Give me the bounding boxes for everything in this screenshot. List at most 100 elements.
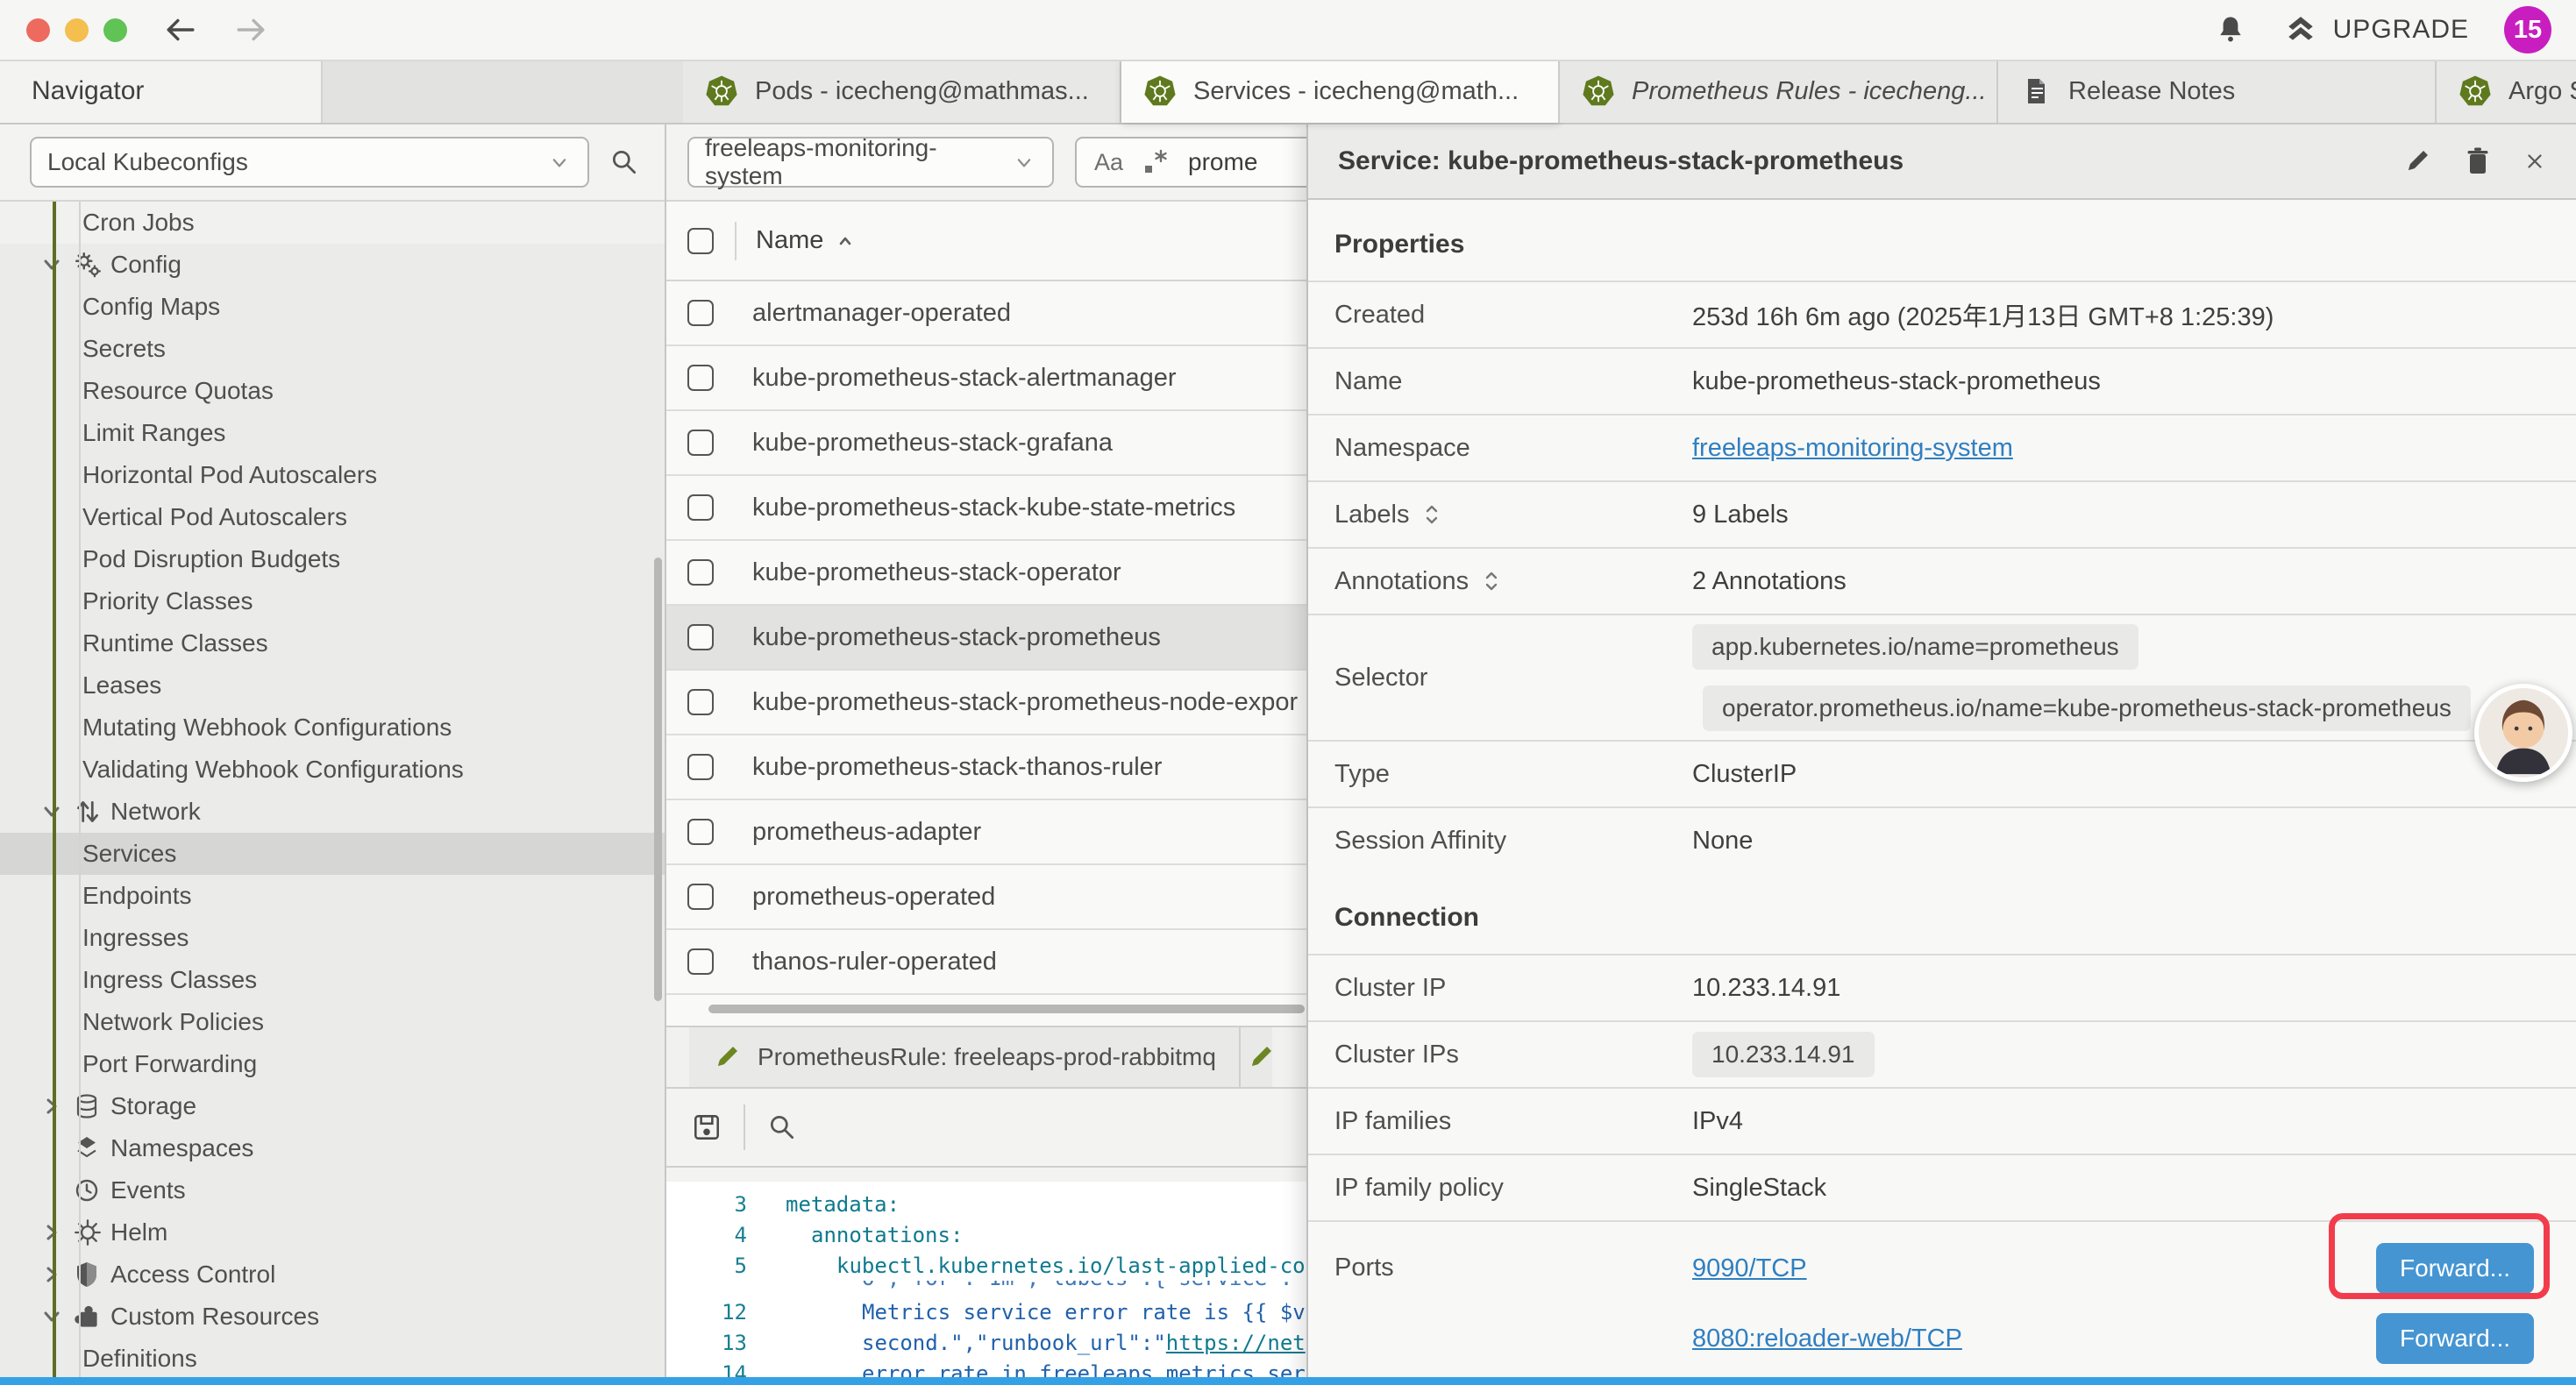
forward-button[interactable]: Forward... (2376, 1243, 2534, 1294)
sidebar-tree-item[interactable]: Endpoints (0, 875, 665, 917)
editor-search-icon[interactable] (766, 1112, 798, 1143)
namespace-link[interactable]: freeleaps-monitoring-system (1692, 434, 2013, 463)
back-button[interactable] (160, 14, 199, 46)
sidebar-tree-item[interactable]: Horizontal Pod Autoscalers (0, 454, 665, 496)
sidebar-toolbar: Local Kubeconfigs (0, 124, 665, 202)
notification-count-badge[interactable]: 15 (2504, 6, 2551, 53)
sidebar-tree-item[interactable]: Vertical Pod Autoscalers (0, 496, 665, 538)
port-link[interactable]: 9090/TCP (1692, 1254, 1807, 1283)
editor-tab[interactable]: PrometheusRule: freeleaps-prod-rabbitmq (689, 1027, 1241, 1087)
row-checkbox[interactable] (687, 689, 714, 715)
close-icon[interactable] (2523, 150, 2546, 173)
sidebar-search-icon[interactable] (608, 146, 640, 178)
port-link[interactable]: 8080:reloader-web/TCP (1692, 1325, 1962, 1353)
table-row[interactable]: kube-prometheus-stack-prometheus (666, 606, 1306, 671)
row-checkbox[interactable] (687, 430, 714, 456)
sidebar-tree-item[interactable]: Resource Quotas (0, 370, 665, 412)
sidebar-tree-item[interactable]: Helm (0, 1211, 665, 1254)
sidebar-tree-item[interactable]: Leases (0, 664, 665, 707)
row-checkbox[interactable] (687, 300, 714, 326)
sidebar-tree-item[interactable]: Validating Webhook Configurations (0, 749, 665, 791)
sidebar-tree-item[interactable]: Ingresses (0, 917, 665, 959)
window-zoom-button[interactable] (103, 18, 127, 42)
table-row[interactable]: prometheus-operated (666, 865, 1306, 930)
forward-button[interactable]: Forward... (2376, 1313, 2534, 1364)
sidebar-tree-item[interactable]: Cron Jobs (0, 202, 665, 244)
sidebar-tree-item[interactable]: Definitions (0, 1338, 665, 1380)
select-all-checkbox[interactable] (687, 228, 714, 254)
sidebar-tree-item[interactable]: Port Forwarding (0, 1043, 665, 1085)
save-icon[interactable] (691, 1112, 722, 1143)
sidebar-tree-item[interactable]: Config Maps (0, 286, 665, 328)
row-checkbox[interactable] (687, 559, 714, 586)
row-checkbox[interactable] (687, 365, 714, 391)
selector-chip: operator.prometheus.io/name=kube-prometh… (1703, 685, 2471, 731)
sidebar-tree-item[interactable]: Runtime Classes (0, 622, 665, 664)
tree-item-label: Secrets (82, 335, 166, 363)
sidebar-tree-item[interactable]: Access Control (0, 1254, 665, 1296)
sidebar-tree-item[interactable]: Mutating Webhook Configurations (0, 707, 665, 749)
cluster-tab[interactable]: Services - icecheng@math... (1121, 60, 1560, 123)
table-row[interactable]: thanos-ruler-operated (666, 930, 1306, 995)
tree-item-label: Vertical Pod Autoscalers (82, 503, 347, 531)
edit-icon[interactable] (2402, 146, 2432, 176)
detail-label: Cluster IP (1334, 974, 1692, 1003)
sidebar-tree-item[interactable]: Priority Classes (0, 580, 665, 622)
editor-tab-partial[interactable] (1241, 1027, 1272, 1087)
yaml-editor[interactable]: 3metadata:4annotations:5kubectl.kubernet… (666, 1182, 1306, 1385)
row-checkbox[interactable] (687, 754, 714, 780)
sidebar-tree-item[interactable]: Config (0, 244, 665, 286)
chevron-down-icon (1012, 150, 1036, 174)
horizontal-scrollbar[interactable] (708, 1005, 1305, 1013)
row-checkbox[interactable] (687, 494, 714, 521)
table-row[interactable]: kube-prometheus-stack-thanos-ruler (666, 735, 1306, 800)
window-minimize-button[interactable] (65, 18, 89, 42)
upgrade-label: UPGRADE (2333, 15, 2469, 45)
sidebar-tree-item[interactable]: Custom Resources (0, 1296, 665, 1338)
avatar[interactable] (2474, 684, 2572, 782)
cluster-tab[interactable]: Pods - icecheng@mathmas... (683, 60, 1121, 123)
row-checkbox[interactable] (687, 884, 714, 910)
sort-icon[interactable] (1421, 501, 1442, 528)
table-row[interactable]: alertmanager-operated (666, 281, 1306, 346)
table-row[interactable]: kube-prometheus-stack-alertmanager (666, 346, 1306, 411)
filter-search-input[interactable]: Aa prome (1075, 137, 1306, 188)
table-row[interactable]: prometheus-adapter (666, 800, 1306, 865)
sidebar-scrollbar[interactable] (654, 558, 662, 1001)
name-column-header[interactable]: Name (756, 226, 857, 255)
sidebar-tree-item[interactable]: Secrets (0, 328, 665, 370)
kubeconfig-select[interactable]: Local Kubeconfigs (30, 137, 589, 188)
notifications-bell-icon[interactable] (2214, 13, 2247, 46)
window-close-button[interactable] (26, 18, 50, 42)
table-row[interactable]: kube-prometheus-stack-grafana (666, 411, 1306, 476)
row-checkbox[interactable] (687, 948, 714, 975)
cluster-tab[interactable]: Release Notes (1998, 60, 2437, 123)
namespace-select[interactable]: freeleaps-monitoring-system (687, 137, 1054, 188)
forward-button[interactable] (232, 14, 271, 46)
navigator-panel-tab[interactable]: Navigator (0, 60, 323, 123)
upgrade-button[interactable]: UPGRADE (2282, 14, 2469, 46)
case-sensitive-toggle[interactable]: Aa (1094, 149, 1123, 176)
sidebar-tree-item[interactable]: Services (0, 833, 665, 875)
cluster-tab[interactable]: Argo Se (2437, 60, 2576, 123)
table-row[interactable]: kube-prometheus-stack-prometheus-node-ex… (666, 671, 1306, 735)
row-checkbox[interactable] (687, 624, 714, 650)
sidebar-tree-item[interactable]: Events (0, 1169, 665, 1211)
tree-item-label: Config Maps (82, 293, 220, 321)
regex-toggle-icon[interactable] (1141, 147, 1171, 177)
row-checkbox[interactable] (687, 819, 714, 845)
sidebar-tree-item[interactable]: Network (0, 791, 665, 833)
sort-icon[interactable] (1481, 568, 1502, 594)
sidebar-tree-item[interactable]: Pod Disruption Budgets (0, 538, 665, 580)
cluster-tab[interactable]: Prometheus Rules - icecheng... (1560, 60, 1998, 123)
sidebar-tree-item[interactable]: Storage (0, 1085, 665, 1127)
table-row[interactable]: kube-prometheus-stack-operator (666, 541, 1306, 606)
sidebar-tree-item[interactable]: Limit Ranges (0, 412, 665, 454)
delete-icon[interactable] (2464, 146, 2492, 177)
tree-item-icon (72, 1091, 110, 1121)
tab-label: Prometheus Rules - icecheng... (1632, 77, 1987, 106)
sidebar-tree-item[interactable]: Namespaces (0, 1127, 665, 1169)
sidebar-tree-item[interactable]: Network Policies (0, 1001, 665, 1043)
table-row[interactable]: kube-prometheus-stack-kube-state-metrics (666, 476, 1306, 541)
sidebar-tree-item[interactable]: Ingress Classes (0, 959, 665, 1001)
